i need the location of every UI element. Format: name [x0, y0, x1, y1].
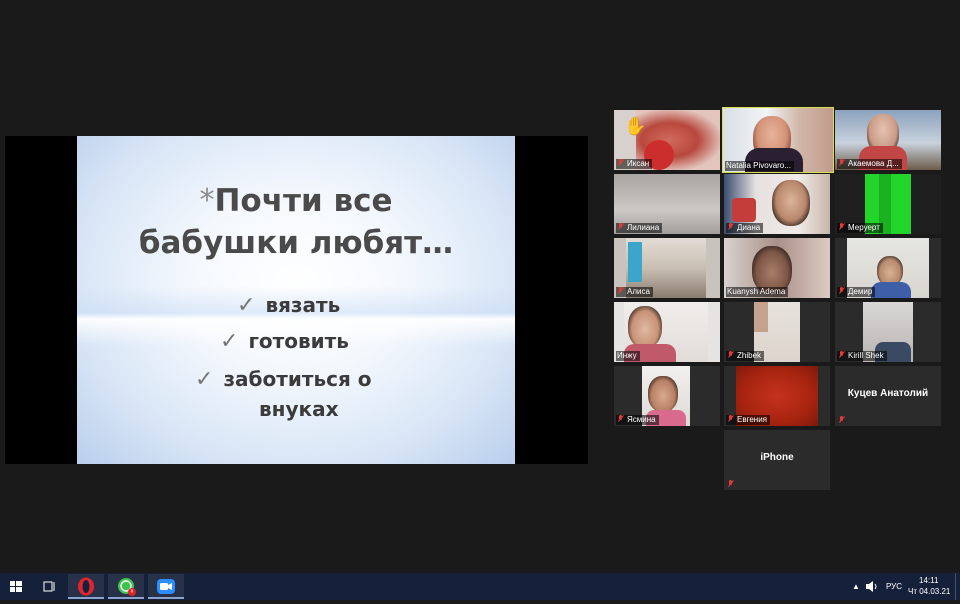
- participant-name: Алиса: [616, 287, 653, 297]
- participant-name: Иксан: [616, 159, 653, 169]
- participant-name: Natalia Pivovaro...: [725, 161, 794, 171]
- muted-mic-icon: [727, 415, 734, 423]
- muted-mic-icon: [838, 416, 845, 424]
- participant-name: Лилиана: [616, 223, 663, 233]
- participant-display-name: Куцев Анатолий: [847, 388, 929, 399]
- muted-mic-icon: [727, 480, 734, 488]
- shared-screen: *Почти все бабушки любят… ✓ вязать ✓ готов…: [5, 136, 588, 464]
- participant-tile-video-off[interactable]: Куцев Анатолий: [835, 366, 941, 426]
- participant-name: Диана: [726, 223, 764, 233]
- muted-mic-icon: [617, 159, 624, 167]
- participant-name: Ясмина: [616, 415, 659, 425]
- muted-mic-icon: [838, 287, 845, 295]
- volume-icon[interactable]: [865, 580, 879, 593]
- muted-mic-icon: [617, 415, 624, 423]
- windows-taskbar: ▲ РУС 14:11 Чт 04.03.21: [0, 573, 960, 600]
- muted-mic-icon: [838, 223, 845, 231]
- participant-name: Zhibek: [726, 351, 765, 361]
- opera-browser-icon: [78, 577, 94, 596]
- start-button[interactable]: [0, 573, 32, 600]
- muted-mic-icon: [617, 223, 624, 231]
- participant-display-name: iPhone: [760, 452, 794, 463]
- muted-mic-icon: [727, 351, 734, 359]
- participant-tile[interactable]: Алиса: [614, 238, 720, 298]
- participant-name: Демир: [837, 287, 876, 297]
- task-view-icon: [43, 581, 55, 592]
- participant-name: Меруерт: [837, 223, 883, 233]
- muted-mic-icon: [727, 223, 734, 231]
- muted-mic-icon: [838, 351, 845, 359]
- slide-bullet-cont: внуках: [259, 397, 339, 421]
- slide-bullet: ✓ заботиться о: [195, 367, 372, 392]
- clock-date[interactable]: Чт 04.03.21: [908, 587, 950, 596]
- check-icon: ✓: [195, 367, 214, 392]
- show-desktop-button[interactable]: [955, 573, 960, 600]
- participant-tile[interactable]: Инжу: [614, 302, 720, 362]
- participant-name: Инжу: [616, 351, 640, 361]
- check-icon: ✓: [237, 293, 256, 318]
- participant-tile[interactable]: Kuanysh Adema: [724, 238, 830, 298]
- participant-name: Kirill Shek: [837, 351, 887, 361]
- participant-tile[interactable]: Демир: [835, 238, 941, 298]
- muted-mic-icon: [838, 159, 845, 167]
- slide-bullet: ✓ вязать: [237, 293, 341, 318]
- clock-time[interactable]: 14:11: [919, 576, 938, 585]
- muted-mic-icon: [617, 287, 624, 295]
- participant-tile-active-speaker[interactable]: Natalia Pivovaro...: [722, 107, 834, 173]
- slide-star: *: [199, 183, 215, 218]
- windows-logo-icon: [10, 581, 22, 592]
- participant-name: Kuanysh Adema: [726, 287, 789, 297]
- participant-name: Евгения: [726, 415, 770, 425]
- participant-tile[interactable]: ✋ Иксан: [614, 110, 720, 170]
- participant-tile[interactable]: Лилиана: [614, 174, 720, 234]
- slide-title-line1: Почти все: [214, 183, 393, 219]
- taskbar-app-zoom[interactable]: [148, 574, 184, 599]
- participant-tile[interactable]: Акаемова Д...: [835, 110, 941, 170]
- taskbar-app-opera[interactable]: [68, 574, 104, 599]
- participant-tile[interactable]: Zhibek: [724, 302, 830, 362]
- slide-title-line2: бабушки любят…: [138, 225, 454, 261]
- task-view-button[interactable]: [34, 573, 64, 600]
- participant-tile[interactable]: Kirill Shek: [835, 302, 941, 362]
- whatsapp-icon: [118, 578, 136, 596]
- taskbar-app-whatsapp[interactable]: [108, 574, 144, 599]
- slide-title: *Почти все бабушки любят…: [77, 180, 515, 264]
- slide-bullet: ✓ готовить: [220, 329, 349, 354]
- zoom-meeting-window: *Почти все бабушки любят… ✓ вязать ✓ готов…: [0, 0, 960, 573]
- participant-tile[interactable]: Ясмина: [614, 366, 720, 426]
- show-hidden-icons-button[interactable]: ▲: [852, 582, 860, 591]
- raised-hand-icon: ✋: [624, 116, 647, 137]
- input-language[interactable]: РУС: [886, 582, 902, 591]
- participant-tile[interactable]: Диана: [724, 174, 830, 234]
- zoom-icon: [157, 579, 175, 594]
- presentation-slide: *Почти все бабушки любят… ✓ вязать ✓ готов…: [77, 136, 515, 464]
- participant-tile[interactable]: Евгения: [724, 366, 830, 426]
- participant-name: Акаемова Д...: [837, 159, 902, 169]
- participant-tile[interactable]: Меруерт: [835, 174, 941, 234]
- check-icon: ✓: [220, 329, 239, 354]
- participant-tile-video-off[interactable]: iPhone: [724, 430, 830, 490]
